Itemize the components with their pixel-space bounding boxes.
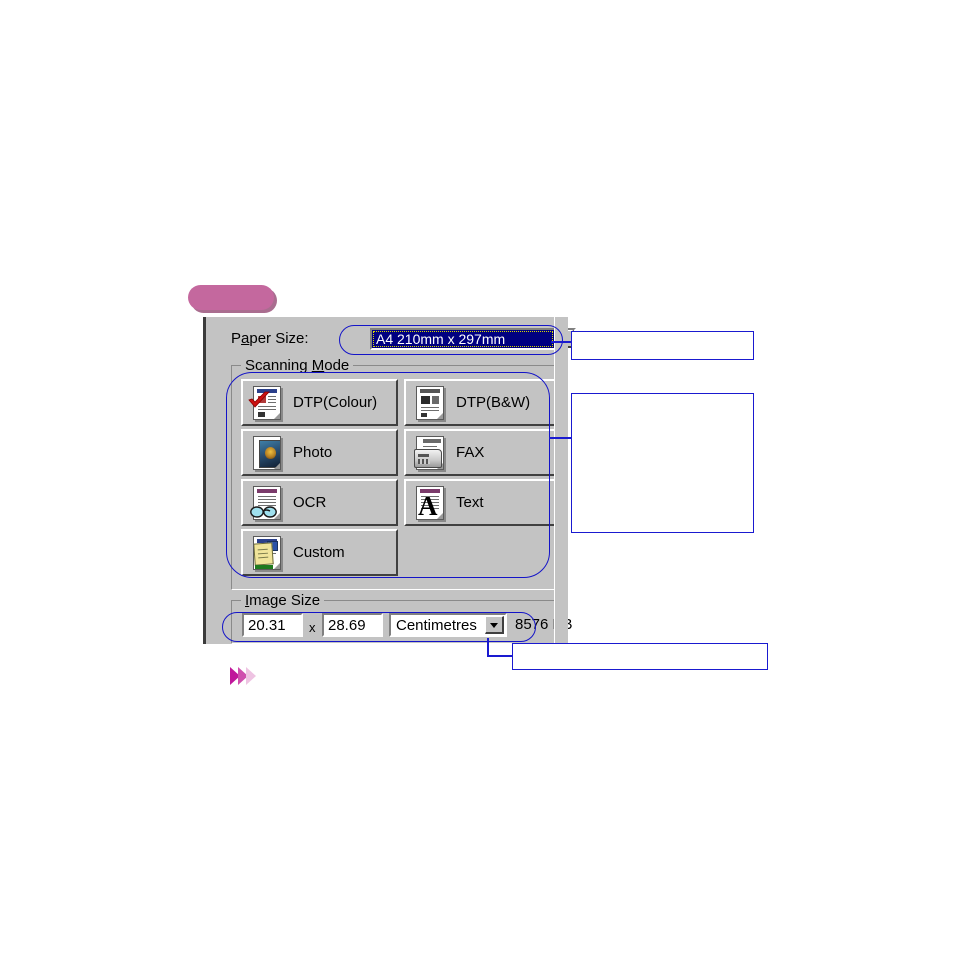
unit-combobox[interactable]: Centimetres [389, 613, 507, 637]
step-number-badge [188, 285, 274, 310]
mode-button-ocr[interactable]: OCR [241, 479, 398, 526]
callout-file-size [512, 643, 768, 670]
mode-button-label: DTP(B&W) [456, 394, 531, 411]
mode-button-photo[interactable]: Photo [241, 429, 398, 476]
scanning-mode-button-grid: DTP(Colour) DTP(B&W) Photo FAX OCR A Tex… [241, 379, 561, 576]
document-colour-check-icon [248, 385, 284, 421]
mode-button-label: DTP(Colour) [293, 394, 378, 411]
mode-button-label: Text [456, 494, 484, 511]
scanner-settings-dialog: Paper Size: A4 210mm x 297mm Scanning Mo… [203, 317, 576, 644]
image-height-input[interactable]: 28.69 [322, 613, 383, 637]
image-width-value: 20.31 [248, 617, 286, 634]
scanning-mode-groupbox: Scanning Mode DTP(Colour) DTP(B&W) Photo… [231, 357, 561, 590]
glasses-document-icon [250, 485, 284, 521]
paper-size-selected-value-field[interactable]: A4 210mm x 297mm [372, 330, 554, 348]
leader-line-scanning-mode [549, 437, 572, 439]
letter-a-document-icon: A [413, 485, 447, 521]
paper-size-selected-value: A4 210mm x 297mm [376, 331, 506, 347]
photo-icon [250, 435, 284, 471]
mode-button-label: Photo [293, 444, 333, 461]
leader-line-paper-size [551, 341, 572, 343]
paper-size-row: Paper Size: A4 210mm x 297mm [231, 328, 576, 352]
chevron-down-icon[interactable] [485, 616, 504, 634]
leader-line-file-size-vertical [487, 638, 489, 656]
image-size-groupbox: Image Size 20.31 x 28.69 Centimetres 857… [231, 592, 573, 644]
paper-size-label: Paper Size: [231, 330, 309, 347]
triple-chevron-marker [228, 664, 262, 688]
leader-line-file-size-horizontal [487, 655, 513, 657]
fax-machine-icon [413, 435, 447, 471]
mode-button-label: Custom [293, 544, 345, 561]
paper-size-combobox[interactable]: A4 210mm x 297mm [370, 328, 576, 350]
dialog-body: Paper Size: A4 210mm x 297mm Scanning Mo… [209, 317, 576, 644]
mode-button-custom[interactable]: Custom [241, 529, 398, 576]
mode-button-label: OCR [293, 494, 327, 511]
image-height-value: 28.69 [328, 617, 366, 634]
mode-grid-empty-cell [404, 529, 561, 576]
dialog-right-edge [554, 317, 568, 644]
document-bw-icon [413, 385, 447, 421]
custom-note-icon [250, 535, 284, 571]
unit-selected-value: Centimetres [396, 617, 477, 634]
image-width-input[interactable]: 20.31 [242, 613, 303, 637]
mode-button-fax[interactable]: FAX [404, 429, 561, 476]
mode-button-text[interactable]: A Text [404, 479, 561, 526]
mode-button-label: FAX [456, 444, 485, 461]
callout-paper-size [571, 331, 754, 360]
dimension-separator: x [309, 620, 316, 635]
image-size-legend: Image Size [241, 592, 325, 609]
mode-button-dtp-colour[interactable]: DTP(Colour) [241, 379, 398, 426]
scanning-mode-legend: Scanning Mode [241, 357, 354, 374]
callout-scanning-mode [571, 393, 754, 533]
mode-button-dtp-bw[interactable]: DTP(B&W) [404, 379, 561, 426]
